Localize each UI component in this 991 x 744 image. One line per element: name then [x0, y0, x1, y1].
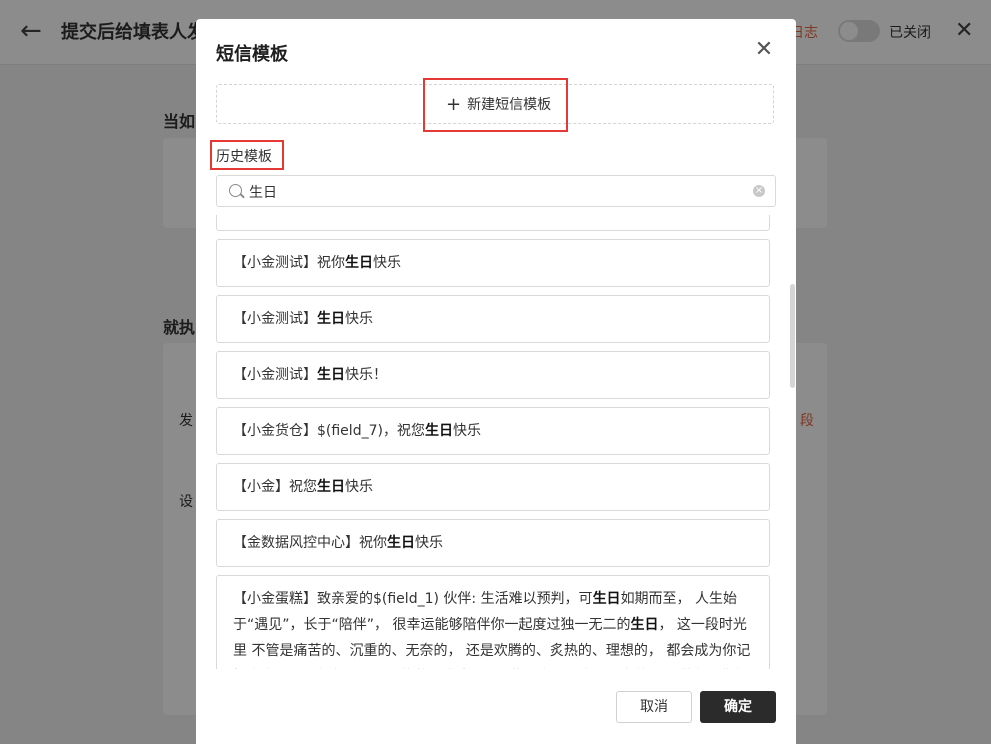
- template-item[interactable]: 【小金测试】祝你生日快乐: [216, 239, 770, 287]
- template-text: 【金数据风控中心】祝你: [233, 535, 387, 551]
- template-keyword: 生日: [317, 311, 345, 327]
- template-item[interactable]: 【小金测试】生日快乐！: [216, 351, 770, 399]
- template-text: 快乐: [415, 535, 443, 551]
- clear-icon[interactable]: ×: [753, 185, 765, 197]
- plus-icon: +: [446, 94, 462, 115]
- template-text: 【小金货仓】$(field_7)，祝您: [233, 423, 425, 439]
- template-text: 【小金测试】祝你: [233, 255, 345, 271]
- history-templates-label: 历史模板: [216, 149, 272, 165]
- template-text: 【小金蛋糕】致亲爱的$(field_1) 伙伴: 生活难以预判，可: [233, 591, 593, 607]
- template-search-input[interactable]: 生日 ×: [216, 175, 776, 207]
- search-value: 生日: [249, 185, 277, 201]
- template-text: 快乐: [452, 423, 481, 439]
- template-keyword: 生日: [317, 367, 345, 383]
- template-text: 快乐: [345, 311, 373, 327]
- template-keyword: 生日: [592, 591, 621, 607]
- template-text: 快乐: [373, 255, 401, 271]
- template-item[interactable]: 【小金测试】生日快乐: [216, 295, 770, 343]
- template-keyword: 生日: [630, 617, 659, 633]
- template-item[interactable]: 【小金】祝您生日快乐: [216, 463, 770, 511]
- new-template-button[interactable]: + 新建短信模板: [216, 84, 774, 124]
- template-keyword: 生日: [387, 535, 415, 551]
- template-list: 【小金测试】祝你生日快乐 【小金测试】生日快乐 【小金测试】生日快乐！ 【小金货…: [216, 215, 772, 669]
- template-text: 【小金测试】: [233, 367, 317, 383]
- template-item[interactable]: 【小金蛋糕】致亲爱的$(field_1) 伙伴: 生活难以预判，可生日如期而至，…: [216, 575, 770, 669]
- dialog-title: 短信模板: [216, 44, 288, 65]
- search-icon: [229, 184, 242, 197]
- template-keyword: 生日: [345, 255, 373, 271]
- template-text: 【小金】祝您: [233, 479, 317, 495]
- sms-template-dialog: 短信模板 ✕ + 新建短信模板 历史模板 生日 × 【小金测试】祝你生日快乐 【小…: [196, 19, 796, 744]
- template-item[interactable]: 【金数据风控中心】祝你生日快乐: [216, 519, 770, 567]
- template-text: 【小金测试】: [233, 311, 317, 327]
- cancel-button[interactable]: 取消: [616, 691, 692, 723]
- template-keyword: 生日: [424, 423, 453, 439]
- template-text: 快乐！: [345, 367, 387, 383]
- template-item[interactable]: 【小金货仓】$(field_7)，祝您生日快乐: [216, 407, 770, 455]
- template-text: 快乐: [345, 479, 373, 495]
- template-keyword: 生日: [317, 479, 345, 495]
- confirm-button[interactable]: 确定: [700, 691, 776, 723]
- new-template-label: 新建短信模板: [467, 97, 552, 113]
- list-scrollbar[interactable]: [790, 284, 795, 388]
- close-icon[interactable]: ✕: [754, 38, 774, 62]
- template-item[interactable]: [216, 215, 770, 231]
